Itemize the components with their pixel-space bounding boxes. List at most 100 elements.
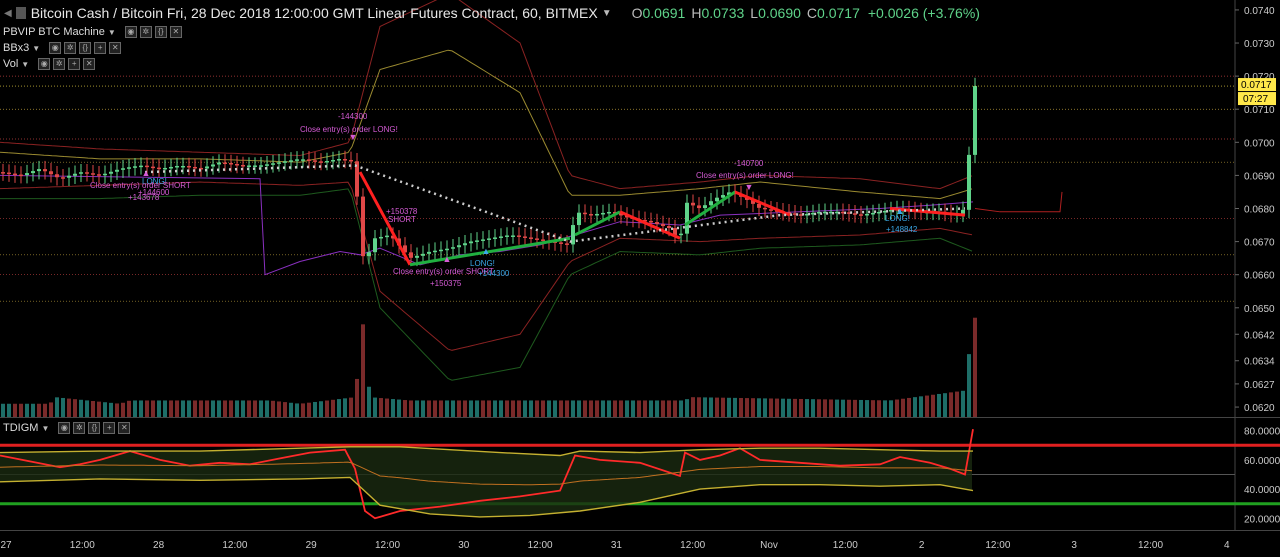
volume-bar <box>817 399 821 417</box>
trade-signal-label: Close entry(s) order LONG! <box>696 171 794 180</box>
volume-bar <box>247 400 251 417</box>
indicator-name[interactable]: TDIGM <box>3 422 38 434</box>
volume-bar <box>43 403 47 417</box>
candle-body <box>379 236 383 239</box>
add-icon[interactable]: + <box>68 58 81 70</box>
indicator-bbx3[interactable]: BBx3 ▼ ◉ ✲{} + ✕ <box>3 42 122 54</box>
gear-icon[interactable]: ✲ <box>64 42 77 54</box>
source-icon[interactable]: {} <box>88 422 101 434</box>
close-icon[interactable]: ✕ <box>109 42 122 54</box>
volume-bar <box>613 400 617 417</box>
volume-bar <box>289 402 293 417</box>
close-label: C <box>806 5 818 21</box>
chevron-down-icon[interactable]: ▼ <box>21 60 29 69</box>
candle-body <box>499 236 503 238</box>
close-icon[interactable]: ✕ <box>169 26 182 38</box>
source-icon[interactable]: {} <box>79 42 92 54</box>
candle-body <box>655 222 659 225</box>
gear-icon[interactable]: ✲ <box>53 58 66 70</box>
candle-body <box>151 166 155 169</box>
volume-bar <box>127 400 131 417</box>
eye-icon[interactable]: ◉ <box>124 26 137 38</box>
candle-body <box>757 203 761 208</box>
candle-body <box>457 245 461 248</box>
candle-body <box>229 162 233 165</box>
volume-bar <box>13 403 17 417</box>
volume-bar <box>547 400 551 417</box>
candle-body <box>265 164 269 166</box>
candle-body <box>85 172 89 174</box>
volume-bar <box>823 399 827 417</box>
chevron-down-icon[interactable]: ▼ <box>32 44 40 53</box>
candle-body <box>175 165 179 168</box>
volume-bar <box>37 403 41 417</box>
candle-body <box>73 173 77 176</box>
symbol-title[interactable]: Bitcoin Cash / Bitcoin Fri, 28 Dec 2018 … <box>31 5 598 21</box>
chevron-down-icon[interactable]: ▼ <box>41 424 49 433</box>
volume-bar <box>535 400 539 417</box>
time-tick-label: Nov <box>760 540 778 551</box>
indicator-pbvip[interactable]: PBVIP BTC Machine ▼ ◉ ✲{} ✕ <box>3 26 182 38</box>
trade-signal-label: +148842 <box>886 225 918 234</box>
trade-signal-label: LONG! <box>470 259 495 268</box>
volume-bar <box>733 397 737 417</box>
gear-icon[interactable]: ✲ <box>73 422 86 434</box>
eye-icon[interactable]: ◉ <box>38 58 51 70</box>
volume-bar <box>973 317 977 417</box>
volume-bar <box>223 400 227 417</box>
close-icon[interactable]: ✕ <box>118 422 131 434</box>
candle-body <box>103 173 107 176</box>
volume-bar <box>529 400 533 417</box>
price-tick-label: 0.0634 <box>1244 357 1275 368</box>
candle-body <box>31 171 35 174</box>
eye-icon[interactable]: ◉ <box>58 422 71 434</box>
volume-bar <box>655 400 659 417</box>
symbol-flag-icon <box>15 7 26 19</box>
volume-bar <box>511 400 515 417</box>
indicator-name[interactable]: BBx3 <box>3 42 29 54</box>
candle-body <box>319 161 323 163</box>
candle-body <box>121 168 125 170</box>
volume-bar <box>649 400 653 417</box>
volume-bar <box>49 402 53 417</box>
indicator-name[interactable]: PBVIP BTC Machine <box>3 26 105 38</box>
volume-bar <box>157 400 161 417</box>
candle-body <box>325 161 329 163</box>
candle-body <box>289 160 293 162</box>
volume-bar <box>967 354 971 417</box>
indicator-vol[interactable]: Vol ▼ ◉ ✲ + ✕ <box>3 58 96 70</box>
volume-bar <box>151 400 155 417</box>
volume-bar <box>505 400 509 417</box>
volume-bar <box>523 400 527 417</box>
indicator-tdigm[interactable]: TDIGM ▼ ◉ ✲{} + ✕ <box>3 422 131 434</box>
volume-bar <box>295 403 299 417</box>
source-icon[interactable]: {} <box>154 26 167 38</box>
eye-icon[interactable]: ◉ <box>49 42 62 54</box>
chevron-down-icon[interactable]: ▼ <box>602 8 612 19</box>
candle-body <box>91 173 95 175</box>
volume-bar <box>781 398 785 417</box>
close-icon[interactable]: ✕ <box>83 58 96 70</box>
volume-bar <box>889 400 893 417</box>
candle-body <box>193 166 197 169</box>
candle-body <box>589 214 593 216</box>
time-tick-label: 28 <box>153 540 165 551</box>
candle-body <box>241 164 245 167</box>
volume-bar <box>631 400 635 417</box>
candle-body <box>295 159 299 161</box>
time-tick-label: 12:00 <box>985 540 1010 551</box>
chart-area[interactable]: 0.07400.07300.07200.07100.07000.06900.06… <box>0 0 1280 557</box>
add-icon[interactable]: + <box>103 422 116 434</box>
candle-body <box>439 249 443 252</box>
chevron-down-icon[interactable]: ▼ <box>108 28 116 37</box>
volume-bar <box>769 398 773 417</box>
collapse-icon[interactable]: ◀ <box>4 8 12 19</box>
indicator-name[interactable]: Vol <box>3 58 18 70</box>
candle-body <box>469 241 473 244</box>
add-icon[interactable]: + <box>94 42 107 54</box>
candle-body <box>259 165 263 167</box>
volume-bar <box>745 398 749 417</box>
volume-bar <box>811 399 815 417</box>
gear-icon[interactable]: ✲ <box>139 26 152 38</box>
candle-body <box>715 197 719 202</box>
